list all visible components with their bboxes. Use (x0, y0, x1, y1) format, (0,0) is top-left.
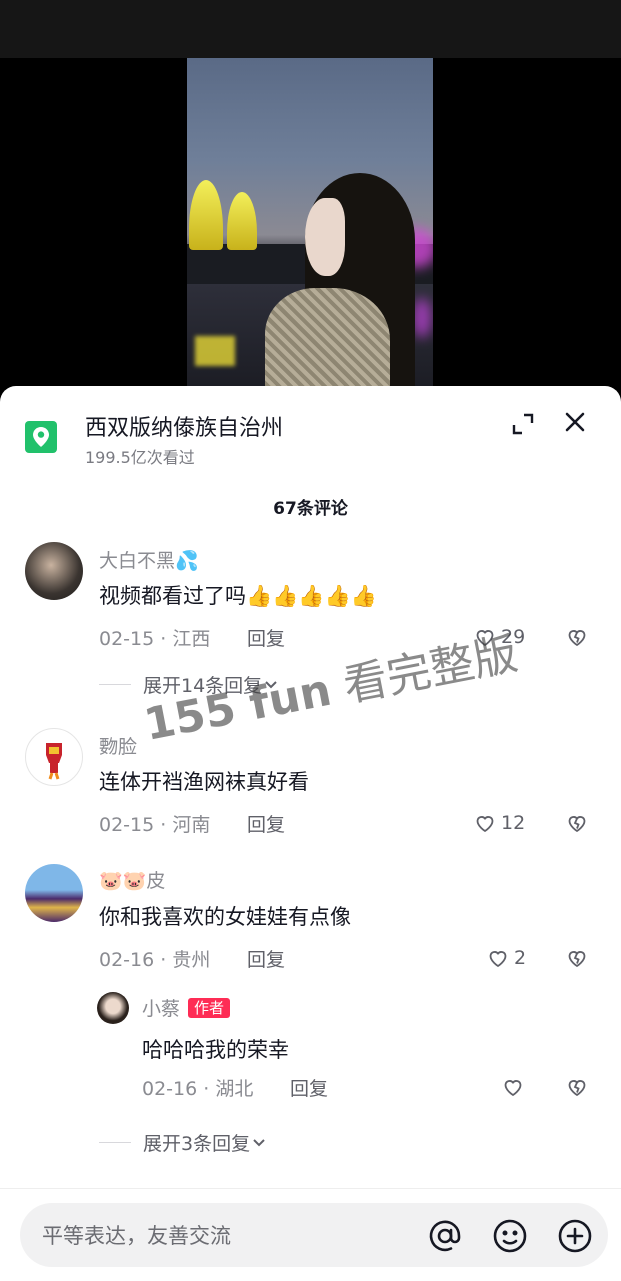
comment-input[interactable] (40, 1217, 414, 1255)
like-button[interactable]: 2 (486, 946, 526, 970)
reply-item: 小蔡 作者 哈哈哈我的荣幸 02-16 · 湖北 回复 展开3条回复 (0, 990, 621, 1160)
comment-text[interactable]: 你和我喜欢的女娃娃有点像 (99, 901, 351, 931)
reply-button[interactable]: 回复 (247, 945, 285, 972)
avatar[interactable] (97, 992, 129, 1024)
like-count: 12 (501, 812, 526, 834)
heart-icon (504, 1080, 522, 1097)
broken-heart-icon[interactable] (565, 1075, 589, 1099)
expand-replies-label: 展开3条回复 (143, 1133, 251, 1155)
comment-text[interactable]: 视频都看过了吗👍👍👍👍👍 (99, 580, 377, 610)
reply-date-location: 02-16 · 湖北 (142, 1078, 254, 1100)
comment-input-container[interactable] (20, 1203, 608, 1267)
plus-icon[interactable] (556, 1217, 594, 1255)
at-icon[interactable] (426, 1217, 464, 1255)
reply-button[interactable]: 回复 (247, 810, 285, 837)
comments-sheet: 西双版纳傣族自治州 199.5亿次看过 67条评论 大白不黑💦 视频都看过了吗👍… (0, 386, 621, 1280)
location-header[interactable]: 西双版纳傣族自治州 199.5亿次看过 (0, 386, 621, 476)
video-light (412, 298, 432, 338)
comment-item: 覅脸 连体开裆渔网袜真好看 02-15 · 河南 回复 12 (0, 726, 621, 836)
location-view-count: 199.5亿次看过 (85, 448, 195, 467)
avatar[interactable] (25, 728, 83, 786)
author-badge: 作者 (188, 998, 231, 1018)
heart-icon (489, 951, 507, 968)
comment-text[interactable]: 连体开裆渔网袜真好看 (99, 766, 309, 796)
status-bar (0, 0, 621, 58)
video-person-sweater (265, 288, 390, 398)
location-title[interactable]: 西双版纳傣族自治州 (85, 410, 283, 442)
like-button[interactable]: 12 (473, 811, 525, 835)
divider (99, 684, 131, 685)
comment-date-location: 02-15 · 河南 (99, 814, 211, 836)
chevron-down-icon (253, 1138, 265, 1146)
comment-author[interactable]: 大白不黑💦 (99, 546, 199, 573)
reply-button[interactable]: 回复 (290, 1074, 328, 1101)
video-reflection (195, 336, 235, 366)
reply-author-name: 小蔡 (142, 998, 181, 1020)
broken-heart-icon[interactable] (565, 946, 589, 970)
like-count: 2 (514, 947, 527, 969)
avatar[interactable] (25, 542, 83, 600)
close-icon[interactable] (562, 409, 588, 435)
video-building (227, 192, 257, 250)
heart-icon (476, 816, 494, 833)
like-button[interactable] (501, 1075, 525, 1099)
comment-date-location: 02-15 · 江西 (99, 628, 211, 650)
comment-date-location: 02-16 · 贵州 (99, 949, 211, 971)
location-pin-icon (25, 421, 57, 453)
comments-count: 67条评论 (273, 499, 348, 519)
comment-author[interactable]: 🐷🐷皮 (99, 866, 165, 893)
reply-text[interactable]: 哈哈哈我的荣幸 (142, 1034, 289, 1064)
video-frame[interactable] (187, 58, 433, 398)
emoji-icon[interactable] (491, 1217, 529, 1255)
divider (99, 1142, 131, 1143)
broken-heart-icon[interactable] (565, 625, 589, 649)
video-person-face (305, 198, 345, 276)
reply-author[interactable]: 小蔡 作者 (142, 994, 231, 1021)
avatar[interactable] (25, 864, 83, 922)
comment-author[interactable]: 覅脸 (99, 732, 137, 759)
comment-input-bar (0, 1188, 621, 1281)
expand-replies-button[interactable]: 展开3条回复 (99, 1129, 268, 1156)
comment-item: 🐷🐷皮 你和我喜欢的女娃娃有点像 02-16 · 贵州 回复 2 (0, 862, 621, 972)
expand-icon[interactable] (510, 411, 536, 437)
reply-button[interactable]: 回复 (247, 624, 285, 651)
video-building (189, 180, 223, 250)
video-player[interactable] (0, 58, 621, 398)
broken-heart-icon[interactable] (565, 811, 589, 835)
